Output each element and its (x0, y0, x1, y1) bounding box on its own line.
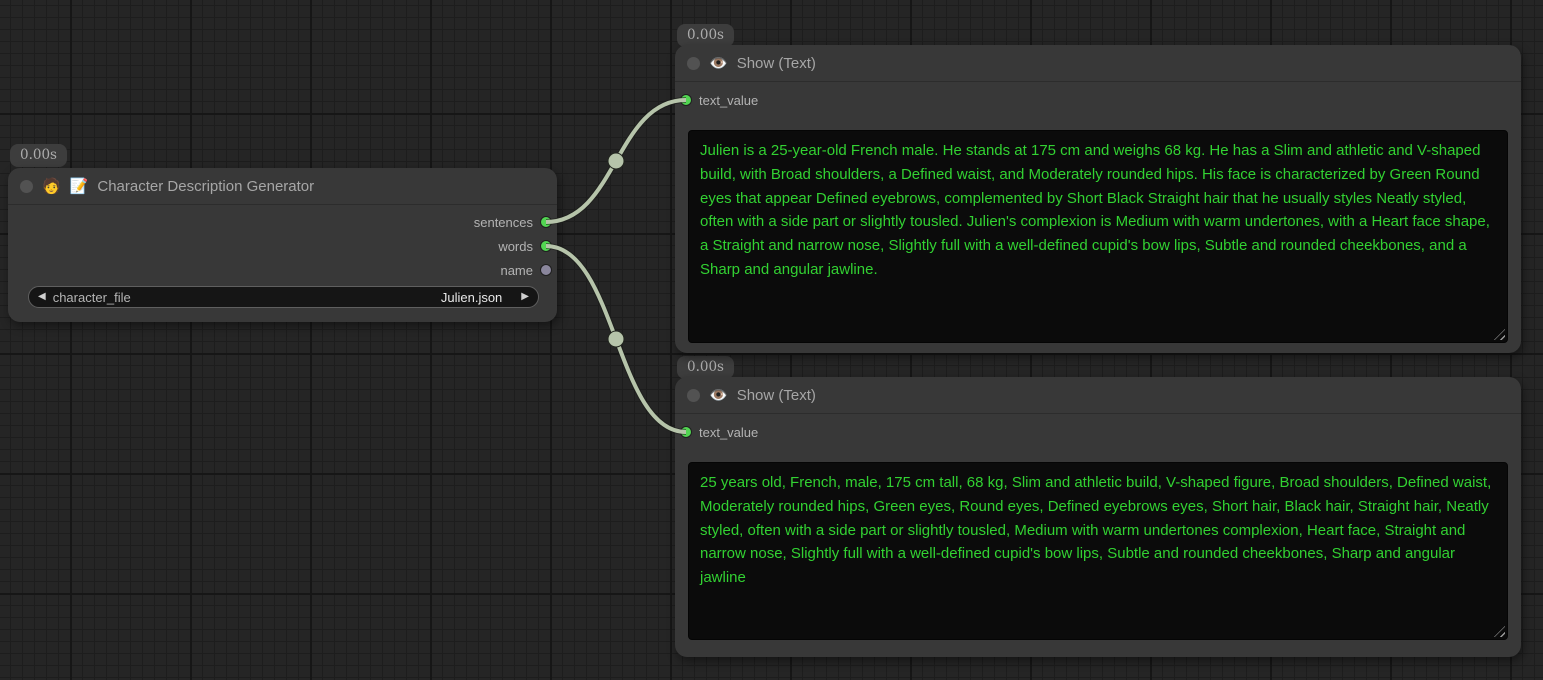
output-port-sentences[interactable] (541, 217, 551, 227)
node-header[interactable]: 👁️ Show (Text) (675, 377, 1521, 414)
output-label: words (498, 239, 533, 254)
input-row-text-value: text_value (675, 420, 1521, 444)
output-row-name: name (8, 258, 557, 282)
input-port-text-value[interactable] (681, 427, 691, 437)
node-show-text-2[interactable]: 👁️ Show (Text) text_value 25 years old, … (675, 377, 1521, 657)
execution-time-badge: 0.00s (677, 24, 734, 47)
collapse-dot[interactable] (687, 57, 700, 70)
input-port-text-value[interactable] (681, 95, 691, 105)
memo-icon: 📝 (70, 179, 89, 194)
next-arrow-icon[interactable]: ▶ (521, 292, 529, 302)
text-display[interactable]: 25 years old, French, male, 175 cm tall,… (688, 462, 1508, 640)
text-display-wrap: 25 years old, French, male, 175 cm tall,… (688, 462, 1508, 640)
output-label: name (500, 263, 533, 278)
output-ports: sentences words name (8, 210, 557, 282)
widget-label: character_file (53, 290, 131, 305)
node-title: Show (Text) (737, 387, 816, 404)
node-header[interactable]: 🧑 📝 Character Description Generator (8, 168, 557, 205)
widget-value[interactable]: Julien.json (138, 290, 515, 305)
execution-time-badge: 0.00s (677, 356, 734, 379)
collapse-dot[interactable] (687, 389, 700, 402)
collapse-dot[interactable] (20, 180, 33, 193)
output-port-words[interactable] (541, 241, 551, 251)
node-header[interactable]: 👁️ Show (Text) (675, 45, 1521, 82)
eye-icon: 👁️ (709, 56, 728, 71)
node-title: Character Description Generator (97, 178, 314, 195)
output-port-name[interactable] (541, 265, 551, 275)
text-display-wrap: Julien is a 25-year-old French male. He … (688, 130, 1508, 343)
node-title: Show (Text) (737, 55, 816, 72)
input-label: text_value (699, 93, 758, 108)
character-file-widget[interactable]: ◀ character_file Julien.json ▶ (28, 286, 539, 308)
input-row-text-value: text_value (675, 88, 1521, 112)
output-row-words: words (8, 234, 557, 258)
person-icon: 🧑 (42, 179, 61, 194)
node-character-description-generator[interactable]: 🧑 📝 Character Description Generator sent… (8, 168, 557, 322)
node-show-text-1[interactable]: 👁️ Show (Text) text_value Julien is a 25… (675, 45, 1521, 353)
text-display[interactable]: Julien is a 25-year-old French male. He … (688, 130, 1508, 343)
prev-arrow-icon[interactable]: ◀ (38, 292, 46, 302)
eye-icon: 👁️ (709, 388, 728, 403)
input-label: text_value (699, 425, 758, 440)
output-label: sentences (474, 215, 533, 230)
output-row-sentences: sentences (8, 210, 557, 234)
execution-time-badge: 0.00s (10, 144, 67, 167)
